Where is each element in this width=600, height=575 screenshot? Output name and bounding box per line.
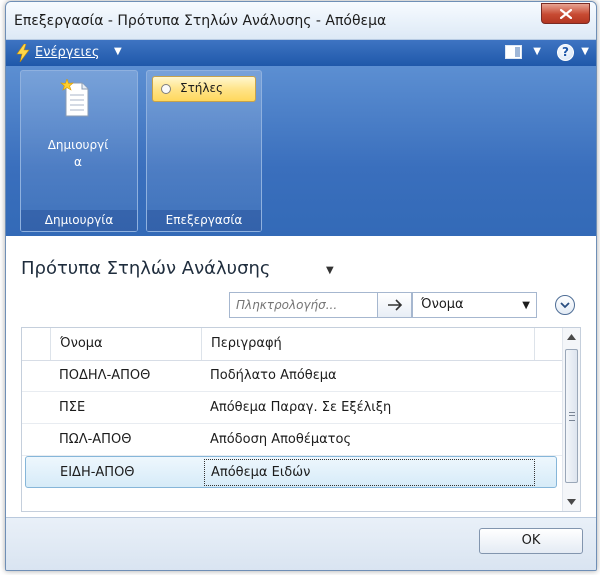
scroll-down-icon[interactable] bbox=[567, 499, 576, 505]
chevron-down-icon[interactable]: ▼ bbox=[581, 46, 589, 57]
search-field-select[interactable]: Όνομα ▼ bbox=[412, 292, 537, 318]
search-field-value: Όνομα bbox=[421, 297, 464, 312]
ribbon-group-label: Δημιουργία bbox=[21, 210, 137, 231]
title-bar: Επεξεργασία - Πρότυπα Στηλών Ανάλυσης - … bbox=[6, 2, 596, 40]
layout-icon[interactable] bbox=[505, 45, 522, 59]
table-row-empty bbox=[22, 488, 562, 511]
cell-name: ΠΩΛ-ΑΠΟΘ bbox=[59, 432, 132, 447]
cell-name: ΠΟΔΗΛ-ΑΠΟΘ bbox=[59, 368, 151, 383]
chevron-down-circle-icon bbox=[560, 302, 570, 309]
ribbon-group-create: Δημιουργί α Δημιουργία bbox=[20, 70, 138, 232]
ok-button[interactable]: OK bbox=[479, 528, 583, 554]
close-button[interactable] bbox=[541, 3, 590, 24]
table-row-selected[interactable]: ΕΙΔΗ-ΑΠΟΘ Απόθεμα Ειδών bbox=[25, 456, 557, 488]
search-input[interactable] bbox=[229, 292, 378, 318]
list-content: Πρότυπα Στηλών Ανάλυσης ▼ Όνομα ▼ Όνομα … bbox=[6, 236, 596, 517]
chevron-down-icon[interactable]: ▼ bbox=[114, 46, 122, 57]
radio-icon bbox=[161, 84, 171, 94]
columns-button-label: Στήλες bbox=[180, 81, 224, 95]
table-header: Όνομα Περιγραφή bbox=[22, 328, 562, 361]
data-grid: Όνομα Περιγραφή ΠΟΔΗΛ-ΑΠΟΘ Ποδήλατο Απόθ… bbox=[21, 327, 581, 512]
cell-description: Απόδοση Αποθέματος bbox=[210, 432, 352, 447]
cell-description: Ποδήλατο Απόθεμα bbox=[210, 368, 337, 383]
help-icon[interactable]: ? bbox=[557, 44, 574, 61]
cell-description[interactable]: Απόθεμα Ειδών bbox=[204, 459, 535, 486]
vertical-scrollbar[interactable] bbox=[562, 328, 580, 511]
expand-button[interactable] bbox=[555, 295, 575, 315]
ribbon-group-edit: Στήλες Επεξεργασία bbox=[146, 70, 262, 232]
search-go-button[interactable] bbox=[378, 292, 412, 318]
cell-name: ΠΣΕ bbox=[59, 400, 86, 415]
ribbon-group-label: Επεξεργασία bbox=[147, 210, 261, 231]
dialog-footer: OK bbox=[6, 517, 596, 570]
close-icon bbox=[560, 9, 572, 19]
table-row[interactable]: ΠΩΛ-ΑΠΟΘ Απόδοση Αποθέματος bbox=[22, 424, 562, 456]
table-row[interactable]: ΠΟΔΗΛ-ΑΠΟΘ Ποδήλατο Απόθεμα bbox=[22, 360, 562, 392]
dialog-window: Επεξεργασία - Πρότυπα Στηλών Ανάλυσης - … bbox=[5, 1, 597, 571]
actions-menu[interactable]: Ενέργειες bbox=[35, 45, 100, 60]
column-header-blank bbox=[534, 328, 562, 360]
new-document-icon bbox=[60, 79, 89, 117]
column-header-name[interactable]: Όνομα bbox=[50, 328, 201, 360]
scrollbar-thumb[interactable] bbox=[565, 349, 578, 483]
chevron-down-icon[interactable]: ▼ bbox=[326, 265, 334, 276]
create-button-label: Δημιουργί α bbox=[47, 138, 109, 169]
arrow-right-icon bbox=[388, 299, 403, 311]
create-button[interactable]: Δημιουργί α bbox=[23, 73, 133, 187]
lightning-bolt-icon bbox=[16, 44, 30, 62]
chevron-down-icon[interactable]: ▼ bbox=[533, 46, 541, 57]
ribbon: Δημιουργί α Δημιουργία Στήλες Επεξεργασί… bbox=[6, 66, 596, 236]
columns-button[interactable]: Στήλες bbox=[152, 76, 256, 102]
table-row[interactable]: ΠΣΕ Απόθεμα Παραγ. Σε Εξέλιξη bbox=[22, 392, 562, 424]
cell-name: ΕΙΔΗ-ΑΠΟΘ bbox=[60, 465, 135, 480]
grip-icon bbox=[569, 412, 575, 421]
page-title[interactable]: Πρότυπα Στηλών Ανάλυσης bbox=[21, 258, 270, 279]
scroll-up-icon[interactable] bbox=[567, 334, 576, 340]
window-title: Επεξεργασία - Πρότυπα Στηλών Ανάλυσης - … bbox=[14, 13, 387, 29]
cell-description: Απόθεμα Παραγ. Σε Εξέλιξη bbox=[210, 400, 392, 415]
column-header-description[interactable]: Περιγραφή bbox=[201, 328, 534, 360]
actions-bar: Ενέργειες ▼ ▼ ? ▼ bbox=[6, 40, 596, 66]
chevron-down-icon: ▼ bbox=[522, 300, 530, 311]
